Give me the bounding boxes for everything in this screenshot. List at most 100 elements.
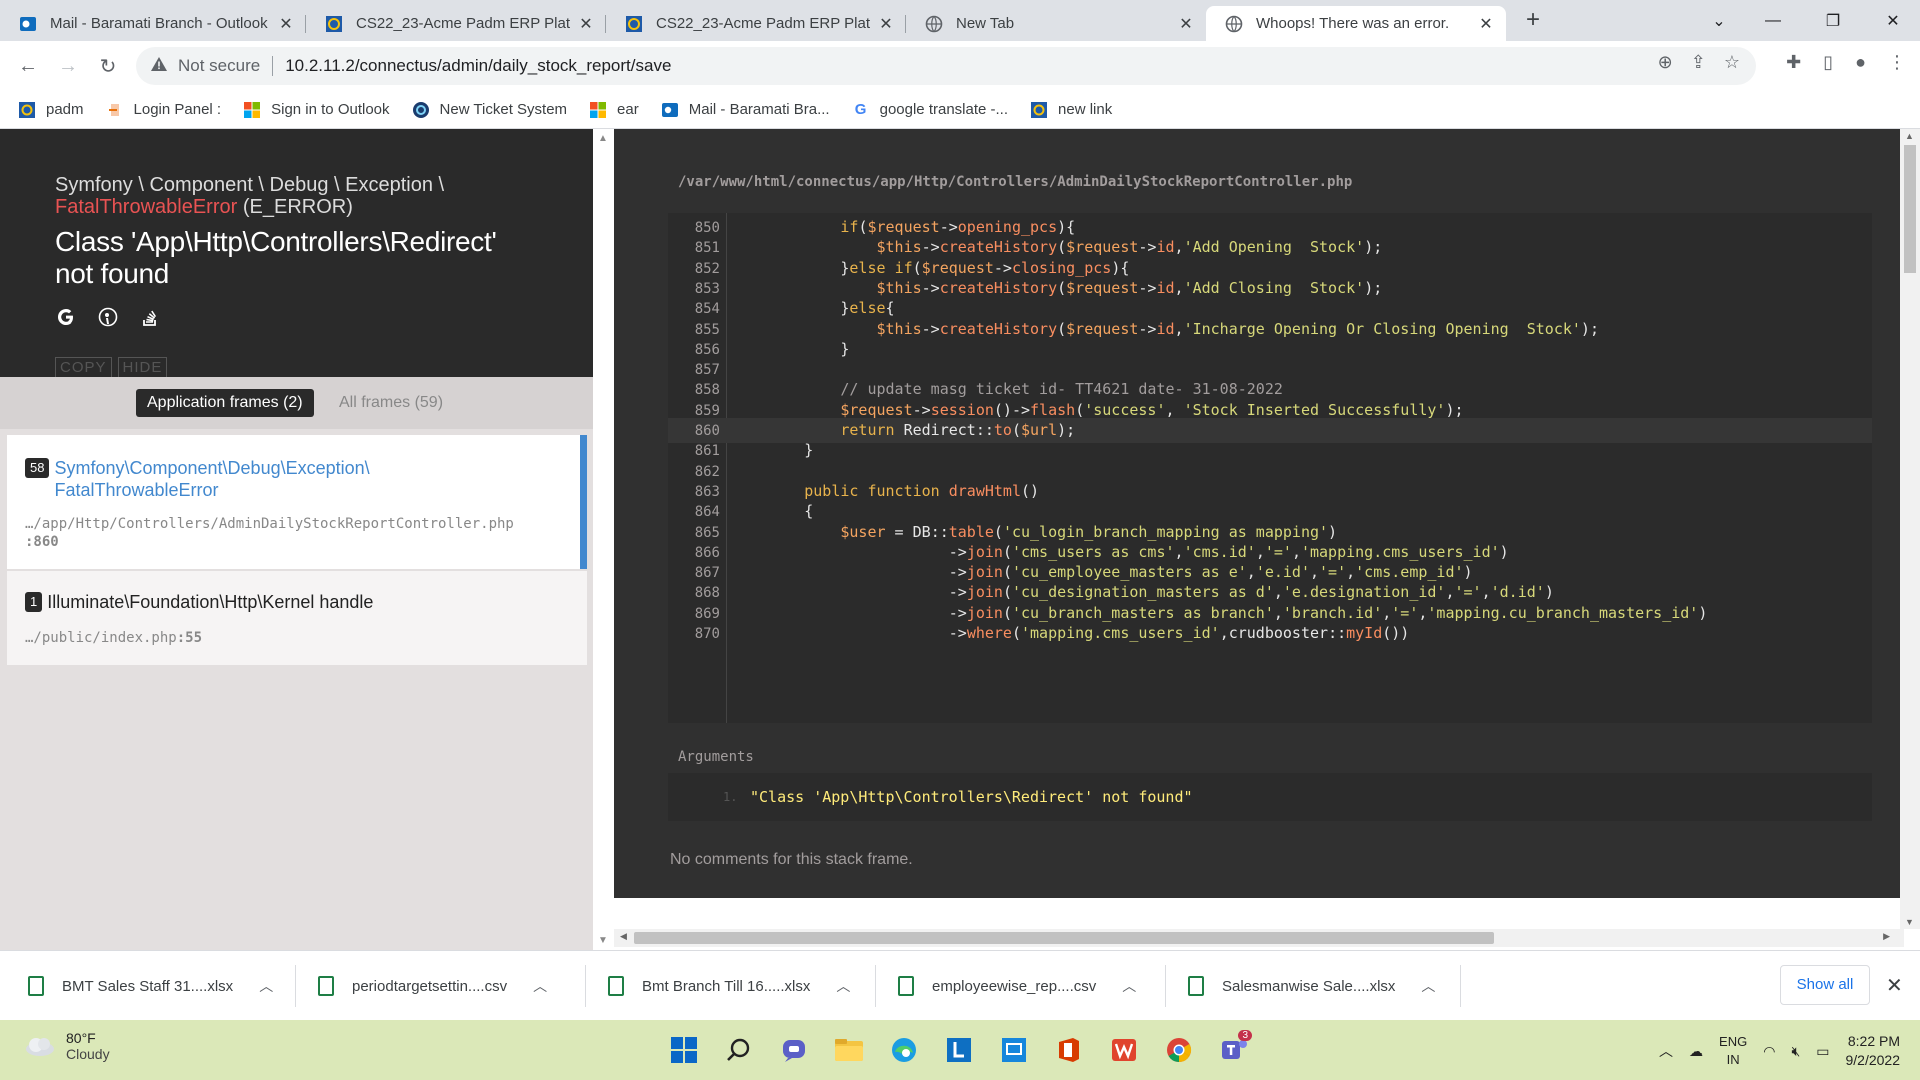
download-item[interactable]: Salesmanwise Sale....xlsx ︿ <box>1188 965 1435 1007</box>
frame-filter-tabs: Application frames (2) All frames (59) <box>0 377 593 429</box>
security-label[interactable]: Not secure <box>178 56 260 76</box>
duckduckgo-icon[interactable] <box>97 306 119 328</box>
vertical-scrollbar[interactable]: ▲ ▼ <box>1900 129 1920 929</box>
language-indicator[interactable]: ENG IN <box>1719 1033 1747 1069</box>
chrome-icon[interactable] <box>1161 1032 1197 1068</box>
download-item[interactable]: periodtargetsettin....csv ︿ <box>318 965 547 1007</box>
scroll-down-icon[interactable]: ▼ <box>1905 917 1914 927</box>
url-text[interactable]: 10.2.11.2/connectus/admin/daily_stock_re… <box>285 56 671 76</box>
scroll-down-icon[interactable]: ▼ <box>598 935 608 946</box>
onedrive-icon[interactable]: ☁ <box>1689 1043 1703 1060</box>
bookmark-new-link[interactable]: new link <box>1030 101 1112 119</box>
zoom-icon[interactable]: ⊕ <box>1658 52 1673 73</box>
close-tab-icon[interactable]: ✕ <box>1176 14 1196 34</box>
wps-office-icon[interactable] <box>1106 1032 1142 1068</box>
close-tab-icon[interactable]: ✕ <box>1476 14 1496 34</box>
teams-icon[interactable]: 3 <box>1216 1030 1252 1068</box>
bookmark-mail-baramati[interactable]: Mail - Baramati Bra... <box>661 101 830 119</box>
file-explorer-icon[interactable] <box>831 1032 867 1068</box>
tab-erp-1[interactable]: CS22_23-Acme Padm ERP Platfor ✕ <box>306 6 606 41</box>
google-search-icon[interactable] <box>55 306 77 328</box>
tab-application-frames[interactable]: Application frames (2) <box>136 389 314 417</box>
chevron-up-icon[interactable]: ︿ <box>1421 976 1435 996</box>
clock[interactable]: 8:22 PM 9/2/2022 <box>1846 1032 1901 1070</box>
vertical-scroll-thumb[interactable] <box>1904 145 1916 273</box>
extensions-icon[interactable]: ✚ <box>1786 52 1801 73</box>
divider <box>1165 965 1166 1007</box>
chevron-up-icon[interactable]: ︿ <box>1122 976 1136 996</box>
bookmark-padm[interactable]: padm <box>18 101 84 119</box>
wifi-icon[interactable]: ◠ <box>1763 1043 1775 1060</box>
volume-muted-icon[interactable]: 🔇︎ <box>1791 1043 1800 1060</box>
teams-chat-icon[interactable] <box>776 1032 812 1068</box>
show-all-button[interactable]: Show all <box>1780 965 1870 1005</box>
bookmark-ticket-system[interactable]: New Ticket System <box>412 101 567 119</box>
remote-app-icon[interactable] <box>996 1032 1032 1068</box>
divider <box>272 56 274 76</box>
scroll-left-icon[interactable]: ◀ <box>620 931 627 942</box>
search-icon[interactable] <box>721 1032 757 1068</box>
tab-outlook[interactable]: Mail - Baramati Branch - Outlook ✕ <box>0 6 306 41</box>
download-item[interactable]: employeewise_rep....csv ︿ <box>898 965 1136 1007</box>
system-tray: ︿ ☁ ENG IN ◠ 🔇︎ ▭ 8:22 PM 9/2/2022 <box>1659 1032 1900 1070</box>
close-tab-icon[interactable]: ✕ <box>576 14 596 34</box>
download-item[interactable]: BMT Sales Staff 31....xlsx ︿ <box>28 965 273 1007</box>
reload-button[interactable]: ↻ <box>94 52 122 80</box>
chevron-up-icon[interactable]: ︿ <box>259 976 273 996</box>
scroll-up-icon[interactable]: ▲ <box>1905 131 1914 141</box>
bookmark-outlook-signin[interactable]: Sign in to Outlook <box>243 101 390 119</box>
exception-class: FatalThrowableError <box>55 196 238 218</box>
weather-widget[interactable]: 80°F Cloudy <box>22 1030 110 1062</box>
side-panel-icon[interactable]: ▯ <box>1823 52 1833 73</box>
horizontal-scroll-thumb[interactable] <box>634 932 1494 944</box>
download-item[interactable]: Bmt Branch Till 16.....xlsx ︿ <box>608 965 850 1007</box>
bookmark-star-icon[interactable]: ☆ <box>1724 52 1740 73</box>
start-icon[interactable] <box>666 1032 702 1068</box>
stackoverflow-icon[interactable] <box>139 306 161 328</box>
close-tab-icon[interactable]: ✕ <box>876 14 896 34</box>
scroll-up-icon[interactable]: ▲ <box>598 133 608 144</box>
close-icon[interactable]: ✕ <box>1886 973 1903 998</box>
warning-icon[interactable] <box>150 56 168 77</box>
address-bar[interactable]: Not secure 10.2.11.2/connectus/admin/dai… <box>136 47 1756 85</box>
login-icon <box>106 101 124 119</box>
spreadsheet-file-icon <box>28 976 44 996</box>
scroll-right-icon[interactable]: ▶ <box>1883 931 1890 942</box>
chevron-up-icon[interactable]: ︿ <box>836 976 850 996</box>
left-scrollbar[interactable]: ▲ ▼ <box>593 129 614 950</box>
battery-icon[interactable]: ▭ <box>1816 1043 1829 1060</box>
restore-button[interactable]: ❐ <box>1810 0 1856 41</box>
code-line: 870 ->where('mapping.cms_users_id',crudb… <box>668 621 1872 646</box>
tab-new-tab[interactable]: New Tab ✕ <box>906 6 1206 41</box>
close-tab-icon[interactable]: ✕ <box>276 14 296 34</box>
chevron-up-icon[interactable]: ︿ <box>533 976 547 996</box>
horizontal-scrollbar[interactable]: ◀ ▶ <box>614 929 1904 947</box>
forward-button[interactable]: → <box>54 52 82 80</box>
bookmark-ear[interactable]: ear <box>589 101 639 119</box>
taskbar-apps: 3 <box>666 1030 1252 1068</box>
learning-app-icon[interactable] <box>941 1032 977 1068</box>
office-icon[interactable] <box>1051 1032 1087 1068</box>
bookmark-google-translate[interactable]: G google translate -... <box>852 101 1008 119</box>
chevron-up-icon[interactable]: ︿ <box>1659 1041 1673 1061</box>
minimize-button[interactable]: — <box>1750 0 1796 41</box>
divider <box>1460 965 1461 1007</box>
downloads-bar: BMT Sales Staff 31....xlsx ︿ periodtarge… <box>0 950 1920 1020</box>
stack-frame-active[interactable]: 58 Symfony\Component\Debug\Exception\ Fat… <box>7 435 587 569</box>
tab-all-frames[interactable]: All frames (59) <box>339 389 443 417</box>
tab-search-icon[interactable]: ⌄ <box>1696 0 1742 41</box>
profile-icon[interactable]: ● <box>1855 52 1866 73</box>
hide-button[interactable]: HIDE <box>117 357 168 378</box>
menu-icon[interactable]: ⋮ <box>1888 52 1906 73</box>
new-tab-button[interactable]: + <box>1518 6 1548 36</box>
back-button[interactable]: ← <box>14 52 42 80</box>
edge-icon[interactable] <box>886 1032 922 1068</box>
bookmark-login-panel[interactable]: Login Panel : <box>106 101 221 119</box>
close-window-button[interactable]: ✕ <box>1870 0 1916 41</box>
tab-erp-2[interactable]: CS22_23-Acme Padm ERP Platfor ✕ <box>606 6 906 41</box>
tab-error-active[interactable]: Whoops! There was an error. ✕ <box>1206 6 1506 41</box>
copy-button[interactable]: COPY <box>55 357 112 378</box>
stack-frame[interactable]: 1 Illuminate\Foundation\Http\Kernel hand… <box>7 571 587 665</box>
code-text: ->where('mapping.cms_users_id',crudboost… <box>732 624 1410 642</box>
share-icon[interactable]: ⇪ <box>1691 52 1706 73</box>
